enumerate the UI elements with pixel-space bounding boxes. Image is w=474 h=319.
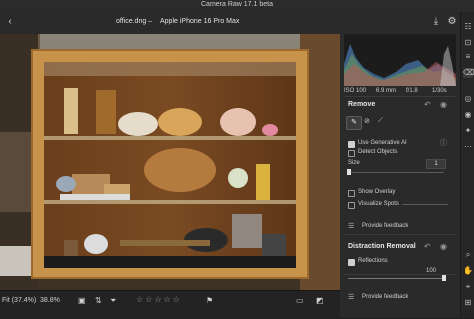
show-overlay-label: Show Overlay <box>358 189 396 195</box>
visualize-spots-label: Visualize Spots <box>358 201 399 207</box>
file-name: office.dng <box>116 18 147 25</box>
size-slider[interactable] <box>348 172 444 173</box>
layers-icon[interactable]: ≡ <box>463 52 473 62</box>
visualize-spots-slider[interactable] <box>402 204 448 205</box>
window-title: Camera Raw 17.1 beta <box>201 1 273 8</box>
camera-model: Apple iPhone 16 Pro Max <box>160 18 240 25</box>
hand-icon[interactable]: ✋ <box>463 266 473 276</box>
visibility-eye-icon[interactable]: ◉ <box>440 242 447 251</box>
aperture-info: f/1.8 <box>406 88 418 94</box>
info-icon[interactable]: ⓘ <box>440 138 447 148</box>
visibility-eye-icon[interactable]: ◉ <box>440 100 447 109</box>
compare-view-icon[interactable]: ▭ <box>296 296 304 305</box>
presets-icon[interactable]: ✦ <box>463 126 473 136</box>
iso-info: ISO 100 <box>344 88 367 94</box>
feedback-icon[interactable]: ☰ <box>348 293 354 301</box>
visualize-spots-checkbox[interactable] <box>348 202 355 209</box>
divider <box>344 96 456 97</box>
flag-icon[interactable]: ⚑ <box>206 296 213 305</box>
edit-sliders-icon[interactable]: ☷ <box>463 22 473 32</box>
reflections-slider-thumb[interactable] <box>442 275 446 281</box>
separator-dash: – <box>148 18 152 25</box>
zoom-icon[interactable]: ⌕ <box>463 250 473 260</box>
back-icon[interactable]: ‹ <box>4 16 16 28</box>
focal-length-info: 6.9 mm <box>376 88 397 94</box>
detect-objects-checkbox[interactable] <box>348 150 355 157</box>
divider <box>344 234 456 235</box>
remove-patch-tool-icon[interactable]: ⟋ <box>378 117 383 125</box>
reset-icon[interactable]: ↶ <box>424 242 431 251</box>
reflections-checkbox[interactable] <box>348 259 355 266</box>
feedback-icon[interactable]: ☰ <box>348 222 354 230</box>
reset-icon[interactable]: ↶ <box>424 100 431 109</box>
before-after-icon[interactable]: ◩ <box>316 296 324 305</box>
bottom-toolbar: Fit (37.4%) 38.8% ▣ ⇅ ⏷ ☆☆☆☆☆ ⚑ ▭ ◩ <box>0 290 340 319</box>
reflections-label: Reflections <box>358 258 388 264</box>
shutter-info: 1/30s <box>432 88 447 94</box>
file-info-bar: office.dng – Apple iPhone 16 Pro Max ‹ ⤓… <box>0 12 474 35</box>
size-label: Size <box>348 160 360 166</box>
size-value-input[interactable]: 1 <box>426 159 446 169</box>
sampler-icon[interactable]: ⌖ <box>463 282 473 292</box>
provide-feedback-link-2[interactable]: Provide feedback <box>362 294 408 300</box>
remove-section-title: Remove <box>348 101 376 108</box>
crop-icon[interactable]: ⊡ <box>463 38 473 48</box>
rating-stars[interactable]: ☆☆☆☆☆ <box>136 295 182 304</box>
reflections-slider[interactable] <box>348 278 444 279</box>
grid-icon[interactable]: ⊞ <box>463 298 473 308</box>
remove-tool-icon[interactable]: ⌫ <box>463 68 474 78</box>
histogram <box>344 34 456 86</box>
tool-strip: ☷ ⊡ ≡ ⌫ ◎ ◉ ✦ ⋯ ⌕ ✋ ⌖ ⊞ <box>460 12 474 318</box>
filmstrip-icon[interactable]: ▣ <box>78 296 86 305</box>
more-icon[interactable]: ⋯ <box>463 142 473 152</box>
masking-icon[interactable]: ◎ <box>463 94 473 104</box>
divider <box>344 274 456 275</box>
photo-image <box>0 34 340 290</box>
show-overlay-checkbox[interactable] <box>348 190 355 197</box>
photo-canvas[interactable] <box>0 34 340 290</box>
red-eye-icon[interactable]: ◉ <box>463 110 473 120</box>
size-slider-thumb[interactable] <box>347 169 351 175</box>
provide-feedback-link[interactable]: Provide feedback <box>362 223 408 229</box>
edit-panel: ISO 100 6.9 mm f/1.8 1/30s Remove ↶ ◉ ✎ … <box>340 34 460 318</box>
use-generative-ai-checkbox[interactable] <box>348 141 355 148</box>
title-bar: Camera Raw 17.1 beta <box>0 0 474 12</box>
zoom-percent[interactable]: 38.8% <box>40 297 60 304</box>
remove-brush-tool-icon[interactable]: ✎ <box>346 116 362 130</box>
save-icon[interactable]: ⤓ <box>430 16 442 28</box>
detect-objects-label: Detect Objects <box>358 149 398 155</box>
fit-zoom-label[interactable]: Fit (37.4%) <box>2 297 36 304</box>
settings-gear-icon[interactable]: ⚙ <box>446 16 458 28</box>
use-generative-ai-label: Use Generative AI <box>358 140 407 146</box>
distraction-removal-title: Distraction Removal <box>348 243 416 250</box>
sort-icon[interactable]: ⇅ <box>95 296 102 305</box>
remove-lasso-tool-icon[interactable]: ⊘ <box>364 117 370 125</box>
filter-icon[interactable]: ⏷ <box>110 296 116 306</box>
